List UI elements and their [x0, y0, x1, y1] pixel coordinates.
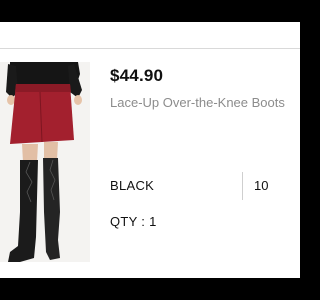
attribute-divider	[242, 172, 243, 200]
product-price: $44.90	[110, 66, 164, 85]
top-divider	[0, 48, 300, 49]
product-color: BLACK	[110, 178, 155, 193]
product-image[interactable]	[0, 62, 90, 262]
product-size: 10	[254, 178, 269, 193]
product-quantity: QTY : 1	[110, 214, 157, 229]
cart-item-card: $44.90 Lace-Up Over-the-Knee Boots BLACK…	[0, 22, 300, 278]
product-name[interactable]: Lace-Up Over-the-Knee Boots	[110, 95, 300, 110]
